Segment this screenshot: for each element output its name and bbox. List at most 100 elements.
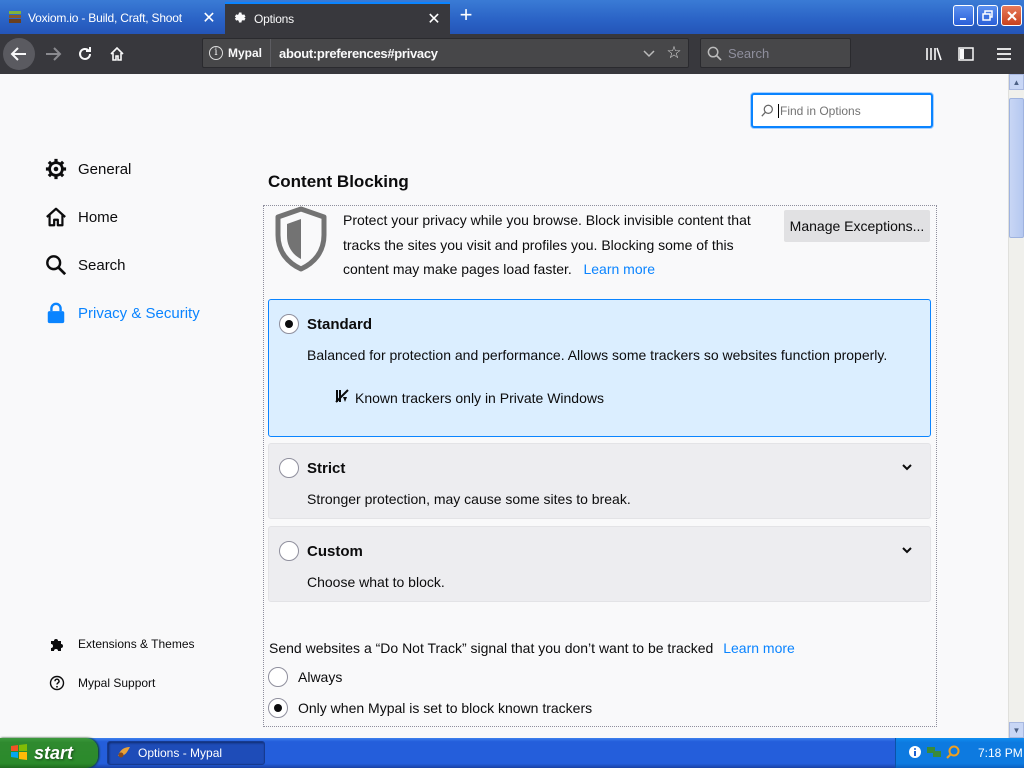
dnt-always-option[interactable]: Always (268, 667, 342, 687)
new-tab-button[interactable]: + (454, 4, 478, 28)
option-description: Balanced for protection and performance.… (307, 347, 888, 363)
home-icon (44, 205, 68, 229)
taskbar-item-label: Options - Mypal (138, 746, 223, 760)
option-standard[interactable]: Standard Balanced for protection and per… (268, 299, 931, 437)
forward-arrow-icon (46, 47, 62, 61)
hamburger-menu-icon (997, 48, 1011, 60)
security-tray-icon[interactable] (946, 745, 960, 762)
library-button[interactable] (918, 38, 950, 70)
minimize-button[interactable] (953, 5, 974, 26)
close-tab-icon[interactable]: ✕ (201, 10, 217, 27)
category-home[interactable]: Home (44, 202, 118, 232)
search-bar[interactable]: Search (700, 38, 851, 68)
option-strict[interactable]: Strict Stronger protection, may cause so… (268, 443, 931, 519)
standard-radio[interactable] (279, 314, 299, 334)
manage-exceptions-button[interactable]: Manage Exceptions... (784, 210, 930, 242)
home-icon (110, 46, 124, 61)
gear-icon (233, 10, 248, 28)
tab-options[interactable]: Options ✕ (225, 2, 450, 34)
search-icon (761, 104, 773, 117)
minimize-icon (959, 17, 966, 20)
info-tray-icon[interactable] (908, 745, 922, 762)
extensions-label: Extensions & Themes (78, 637, 195, 651)
library-icon (926, 47, 942, 61)
support-link[interactable]: Mypal Support (48, 673, 155, 693)
chevron-down-icon[interactable] (900, 460, 914, 474)
option-description: Choose what to block. (307, 574, 445, 590)
restore-icon (981, 9, 993, 21)
site-identity-button[interactable]: i Mypal (203, 39, 272, 67)
scroll-up-button[interactable]: ▲ (1009, 74, 1024, 90)
chevron-down-icon[interactable] (638, 46, 660, 61)
search-icon (707, 46, 722, 61)
url-input[interactable]: about:preferences#privacy (271, 46, 638, 61)
taskbar-item-options[interactable]: Options - Mypal (107, 741, 265, 765)
scrollbar-thumb[interactable] (1009, 98, 1024, 238)
back-button[interactable] (3, 38, 35, 70)
description-text: Protect your privacy while you browse. B… (343, 212, 751, 277)
dnt-text: Send websites a “Do Not Track” signal th… (269, 640, 714, 656)
category-label: Search (78, 256, 126, 274)
start-button[interactable]: start (0, 738, 98, 768)
sidebar-icon (958, 47, 974, 61)
scroll-down-button[interactable]: ▼ (1009, 722, 1024, 738)
system-tray: 7:18 PM (895, 738, 1024, 768)
close-tab-icon[interactable]: ✕ (426, 11, 442, 28)
close-window-button[interactable] (1001, 5, 1022, 26)
dnt-only-when-option[interactable]: Only when Mypal is set to block known tr… (268, 698, 592, 718)
navigation-toolbar: i Mypal about:preferences#privacy ☆ Sear… (0, 34, 1024, 74)
strict-radio[interactable] (279, 458, 299, 478)
support-label: Mypal Support (78, 676, 156, 690)
option-title: Strict (307, 460, 346, 477)
voxiom-favicon-icon (8, 10, 22, 27)
forward-button[interactable] (37, 38, 69, 70)
find-in-options-input[interactable]: Find in Options (751, 93, 933, 128)
do-not-track-label: Send websites a “Do Not Track” signal th… (269, 640, 795, 656)
sidebar-toggle-button[interactable] (950, 38, 982, 70)
dnt-always-radio[interactable] (268, 667, 288, 687)
custom-radio[interactable] (279, 541, 299, 561)
close-icon (1006, 10, 1017, 21)
info-icon: i (209, 46, 223, 60)
tab-voxiom[interactable]: Voxiom.io - Build, Craft, Shoot ✕ (0, 2, 225, 34)
search-icon (44, 253, 68, 277)
search-input[interactable]: Search (728, 46, 769, 61)
windows-logo-icon (10, 743, 28, 764)
category-general[interactable]: General (44, 154, 131, 184)
dnt-only-when-label: Only when Mypal is set to block known tr… (298, 700, 593, 716)
mypal-app-icon (116, 744, 132, 763)
tracker-detail-text: Known trackers only in Private Windows (355, 389, 604, 406)
learn-more-link[interactable]: Learn more (583, 261, 655, 277)
chevron-down-icon[interactable] (900, 543, 914, 557)
category-privacy-security[interactable]: Privacy & Security (44, 298, 200, 328)
dnt-learn-more-link[interactable]: Learn more (723, 640, 795, 656)
bookmark-star-icon[interactable]: ☆ (660, 43, 688, 63)
preferences-page: Find in Options General Home Search Priv… (0, 74, 1008, 738)
option-title: Custom (307, 543, 363, 560)
page-scrollbar[interactable]: ▲ ▼ (1008, 74, 1024, 738)
option-custom[interactable]: Custom Choose what to block. (268, 526, 931, 602)
category-search[interactable]: Search (44, 250, 126, 280)
reload-button[interactable] (69, 38, 101, 70)
start-label: start (34, 742, 74, 763)
lock-icon (44, 301, 68, 325)
restore-button[interactable] (977, 5, 998, 26)
back-arrow-icon (10, 47, 26, 61)
windows-taskbar: start Options - Mypal 7:18 PM (0, 738, 1024, 768)
category-label: Home (78, 208, 119, 226)
dnt-only-when-radio[interactable] (268, 698, 288, 718)
menu-button[interactable] (988, 38, 1020, 70)
content-blocking-description: Protect your privacy while you browse. B… (343, 208, 763, 282)
tab-title: Voxiom.io - Build, Craft, Shoot (28, 11, 182, 25)
find-placeholder: Find in Options (778, 103, 861, 118)
tab-title: Options (254, 12, 294, 26)
option-title: Standard (307, 316, 373, 333)
home-button[interactable] (101, 38, 133, 70)
network-tray-icon[interactable] (926, 745, 942, 762)
dnt-always-label: Always (298, 669, 343, 685)
identity-label: Mypal (228, 46, 263, 60)
tracker-detail-row: Known trackers only in Private Windows (335, 388, 604, 407)
shield-icon (273, 206, 329, 272)
extensions-themes-link[interactable]: Extensions & Themes (48, 634, 195, 654)
url-bar[interactable]: i Mypal about:preferences#privacy ☆ (202, 38, 689, 68)
